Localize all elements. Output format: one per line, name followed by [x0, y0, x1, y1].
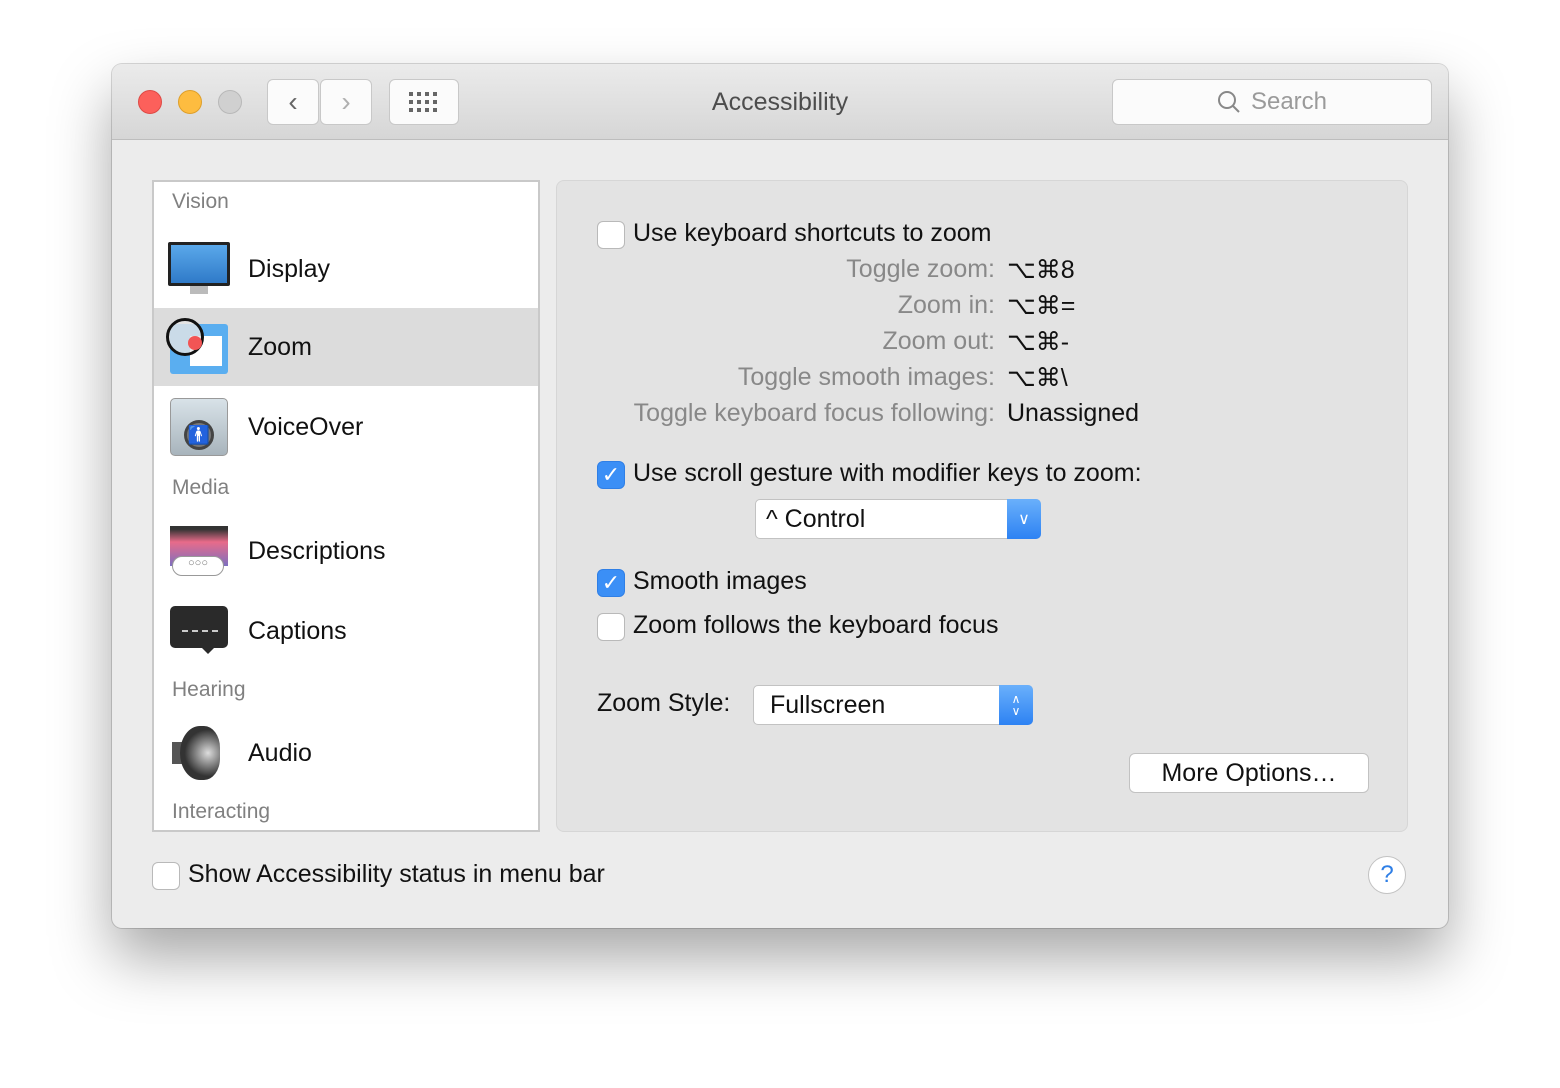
sidebar-item-display[interactable]: Display	[154, 230, 538, 308]
section-interacting: Interacting	[172, 800, 271, 823]
audio-icon	[168, 724, 230, 782]
shortcut-label: Toggle zoom:	[846, 255, 995, 283]
shortcut-keys: Unassigned	[1007, 399, 1140, 427]
shortcut-label: Zoom in:	[897, 291, 995, 319]
search-icon	[1217, 91, 1240, 113]
sidebar-item-zoom[interactable]: Zoom	[154, 308, 538, 386]
scroll-gesture-label: Use scroll gesture with modifier keys to…	[633, 459, 1142, 487]
sidebar-item-label: VoiceOver	[248, 412, 364, 441]
sidebar-item-label: Descriptions	[248, 536, 386, 565]
sidebar-item-audio[interactable]: Audio	[154, 714, 538, 792]
smooth-images-label: Smooth images	[633, 567, 807, 595]
smooth-images-checkbox[interactable]: ✓	[597, 569, 625, 597]
titlebar: ‹ › Accessibility Search	[112, 64, 1448, 140]
shortcut-label: Toggle smooth images:	[737, 363, 995, 391]
descriptions-icon: ○○○	[168, 522, 230, 580]
modifier-key-popup[interactable]: ^ Control ∨	[755, 499, 1041, 539]
sidebar-item-voiceover[interactable]: 🚹 VoiceOver	[154, 388, 538, 466]
zoom-icon	[166, 318, 230, 376]
keyboard-shortcuts-checkbox[interactable]	[597, 221, 625, 249]
sidebar-item-descriptions[interactable]: ○○○ Descriptions	[154, 512, 538, 590]
keyboard-shortcuts-label: Use keyboard shortcuts to zoom	[633, 219, 992, 247]
shortcut-label: Toggle keyboard focus following:	[633, 399, 995, 427]
zoom-settings-panel: Use keyboard shortcuts to zoom Toggle zo…	[556, 180, 1408, 832]
section-media: Media	[172, 476, 230, 499]
sidebar-item-label: Zoom	[248, 332, 312, 361]
zoom-style-value: Fullscreen	[770, 690, 886, 719]
shortcut-keys: ⌥⌘=	[1007, 292, 1076, 320]
sidebar-item-captions[interactable]: Captions	[154, 592, 538, 670]
status-menu-bar-checkbox[interactable]	[152, 862, 180, 890]
more-options-button[interactable]: More Options…	[1129, 753, 1369, 793]
follows-focus-checkbox[interactable]	[597, 613, 625, 641]
updown-chevron-icon: ∧ ∨	[999, 685, 1033, 725]
preferences-window: ‹ › Accessibility Search Vision Display …	[112, 64, 1448, 928]
zoom-style-popup[interactable]: Fullscreen ∧ ∨	[753, 685, 1033, 725]
shortcut-keys: ⌥⌘8	[1007, 256, 1075, 284]
scroll-gesture-checkbox[interactable]: ✓	[597, 461, 625, 489]
captions-icon	[168, 602, 230, 660]
section-hearing: Hearing	[172, 678, 246, 701]
modifier-key-value: ^ Control	[766, 504, 866, 533]
chevron-down-icon: ∨	[1007, 499, 1041, 539]
zoom-style-label: Zoom Style:	[597, 689, 731, 717]
follows-focus-label: Zoom follows the keyboard focus	[633, 611, 999, 639]
shortcut-keys: ⌥⌘\	[1007, 364, 1068, 392]
sidebar-item-label: Captions	[248, 616, 347, 645]
voiceover-icon: 🚹	[168, 398, 230, 456]
search-placeholder: Search	[1250, 88, 1328, 115]
help-button[interactable]: ?	[1368, 856, 1406, 894]
shortcut-keys: ⌥⌘-	[1007, 328, 1070, 356]
search-field[interactable]: Search	[1112, 79, 1432, 125]
sidebar-item-label: Audio	[248, 738, 312, 767]
section-vision: Vision	[172, 190, 229, 213]
shortcut-label: Zoom out:	[882, 327, 995, 355]
sidebar-item-label: Display	[248, 254, 330, 283]
display-icon	[168, 240, 230, 298]
category-list[interactable]: Vision Display Zoom 🚹 VoiceOver Media ○○…	[152, 180, 540, 832]
status-menu-bar-label: Show Accessibility status in menu bar	[188, 860, 605, 888]
